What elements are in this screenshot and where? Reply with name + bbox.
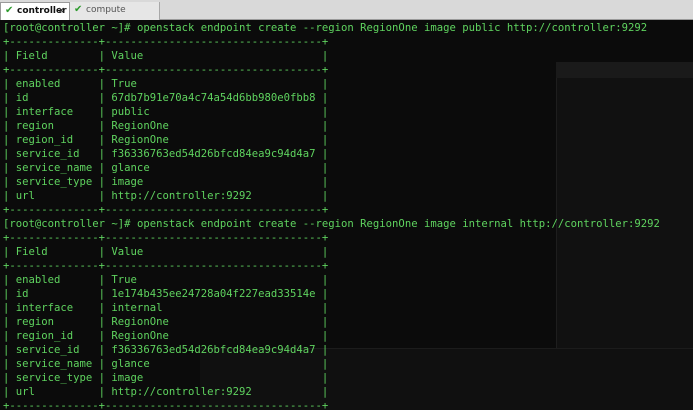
table-row: | interface | public |: [3, 105, 660, 119]
table-row-text: | interface | internal |: [3, 302, 329, 314]
table-row: | url | http://controller:9292 |: [3, 189, 660, 203]
table-border-text: +--------------+------------------------…: [3, 260, 329, 272]
table-row: | id | 67db7b91e70a4c74a54d6bb980e0fbb8 …: [3, 91, 660, 105]
table-border-text: +--------------+------------------------…: [3, 36, 329, 48]
table-row: | service_id | f36336763ed54d26bfcd84ea9…: [3, 147, 660, 161]
table-row-text: | id | 1e174b435ee24728a04f227ead33514e …: [3, 288, 329, 300]
table-row: | interface | internal |: [3, 301, 660, 315]
table-row-text: | id | 67db7b91e70a4c74a54d6bb980e0fbb8 …: [3, 92, 329, 104]
table-border: +--------------+------------------------…: [3, 35, 660, 49]
table-border: +--------------+------------------------…: [3, 231, 660, 245]
shell-prompt: [root@controller ~]#: [3, 218, 131, 230]
table-border: +--------------+------------------------…: [3, 203, 660, 217]
table-row: | region | RegionOne |: [3, 119, 660, 133]
tab-compute[interactable]: ✔ compute: [70, 2, 160, 20]
check-icon: ✔: [74, 4, 83, 15]
table-row: | service_name | glance |: [3, 357, 660, 371]
command-line: [root@controller ~]# openstack endpoint …: [3, 21, 660, 35]
tab-controller[interactable]: ✔ controller ×: [0, 2, 70, 20]
table-border-text: +--------------+------------------------…: [3, 232, 329, 244]
command-text: openstack endpoint create --region Regio…: [130, 22, 648, 34]
shell-prompt: [root@controller ~]#: [3, 22, 131, 34]
terminal-window: ✔ controller × ✔ compute [root@controlle…: [0, 0, 693, 410]
table-row: | service_name | glance |: [3, 161, 660, 175]
terminal-output[interactable]: [root@controller ~]# openstack endpoint …: [3, 21, 660, 410]
table-row-text: | region_id | RegionOne |: [3, 134, 329, 146]
table-row: | service_id | f36336763ed54d26bfcd84ea9…: [3, 343, 660, 357]
table-border: +--------------+------------------------…: [3, 63, 660, 77]
table-row-text: | url | http://controller:9292 |: [3, 190, 329, 202]
table-row-text: | service_name | glance |: [3, 358, 329, 370]
table-row-text: | region_id | RegionOne |: [3, 330, 329, 342]
table-row-text: | enabled | True |: [3, 274, 329, 286]
table-header-text: | Field | Value |: [3, 50, 329, 62]
table-header-text: | Field | Value |: [3, 246, 329, 258]
command-text: openstack endpoint create --region Regio…: [130, 218, 660, 230]
table-row-text: | service_type | image |: [3, 372, 329, 384]
table-row: | region | RegionOne |: [3, 315, 660, 329]
table-row-text: | url | http://controller:9292 |: [3, 386, 329, 398]
table-header: | Field | Value |: [3, 245, 660, 259]
table-row: | region_id | RegionOne |: [3, 329, 660, 343]
table-border-text: +--------------+------------------------…: [3, 64, 329, 76]
session-tab-bar: ✔ controller × ✔ compute: [0, 0, 693, 20]
table-row-text: | service_name | glance |: [3, 162, 329, 174]
table-row: | id | 1e174b435ee24728a04f227ead33514e …: [3, 287, 660, 301]
table-row: | service_type | image |: [3, 371, 660, 385]
table-row-text: | region | RegionOne |: [3, 316, 329, 328]
tab-label: compute: [86, 5, 126, 15]
table-border-text: +--------------+------------------------…: [3, 204, 329, 216]
command-line: [root@controller ~]# openstack endpoint …: [3, 217, 660, 231]
table-row-text: | enabled | True |: [3, 78, 329, 90]
table-row: | enabled | True |: [3, 273, 660, 287]
check-icon: ✔: [5, 5, 14, 16]
table-row-text: | service_type | image |: [3, 176, 329, 188]
table-border: +--------------+------------------------…: [3, 259, 660, 273]
table-header: | Field | Value |: [3, 49, 660, 63]
close-icon[interactable]: ×: [57, 3, 65, 19]
table-row: | region_id | RegionOne |: [3, 133, 660, 147]
table-border: +--------------+------------------------…: [3, 399, 660, 410]
table-row: | service_type | image |: [3, 175, 660, 189]
table-row: | enabled | True |: [3, 77, 660, 91]
table-row-text: | region | RegionOne |: [3, 120, 329, 132]
table-border-text: +--------------+------------------------…: [3, 400, 329, 410]
table-row-text: | service_id | f36336763ed54d26bfcd84ea9…: [3, 344, 329, 356]
table-row-text: | service_id | f36336763ed54d26bfcd84ea9…: [3, 148, 329, 160]
table-row-text: | interface | public |: [3, 106, 329, 118]
table-row: | url | http://controller:9292 |: [3, 385, 660, 399]
